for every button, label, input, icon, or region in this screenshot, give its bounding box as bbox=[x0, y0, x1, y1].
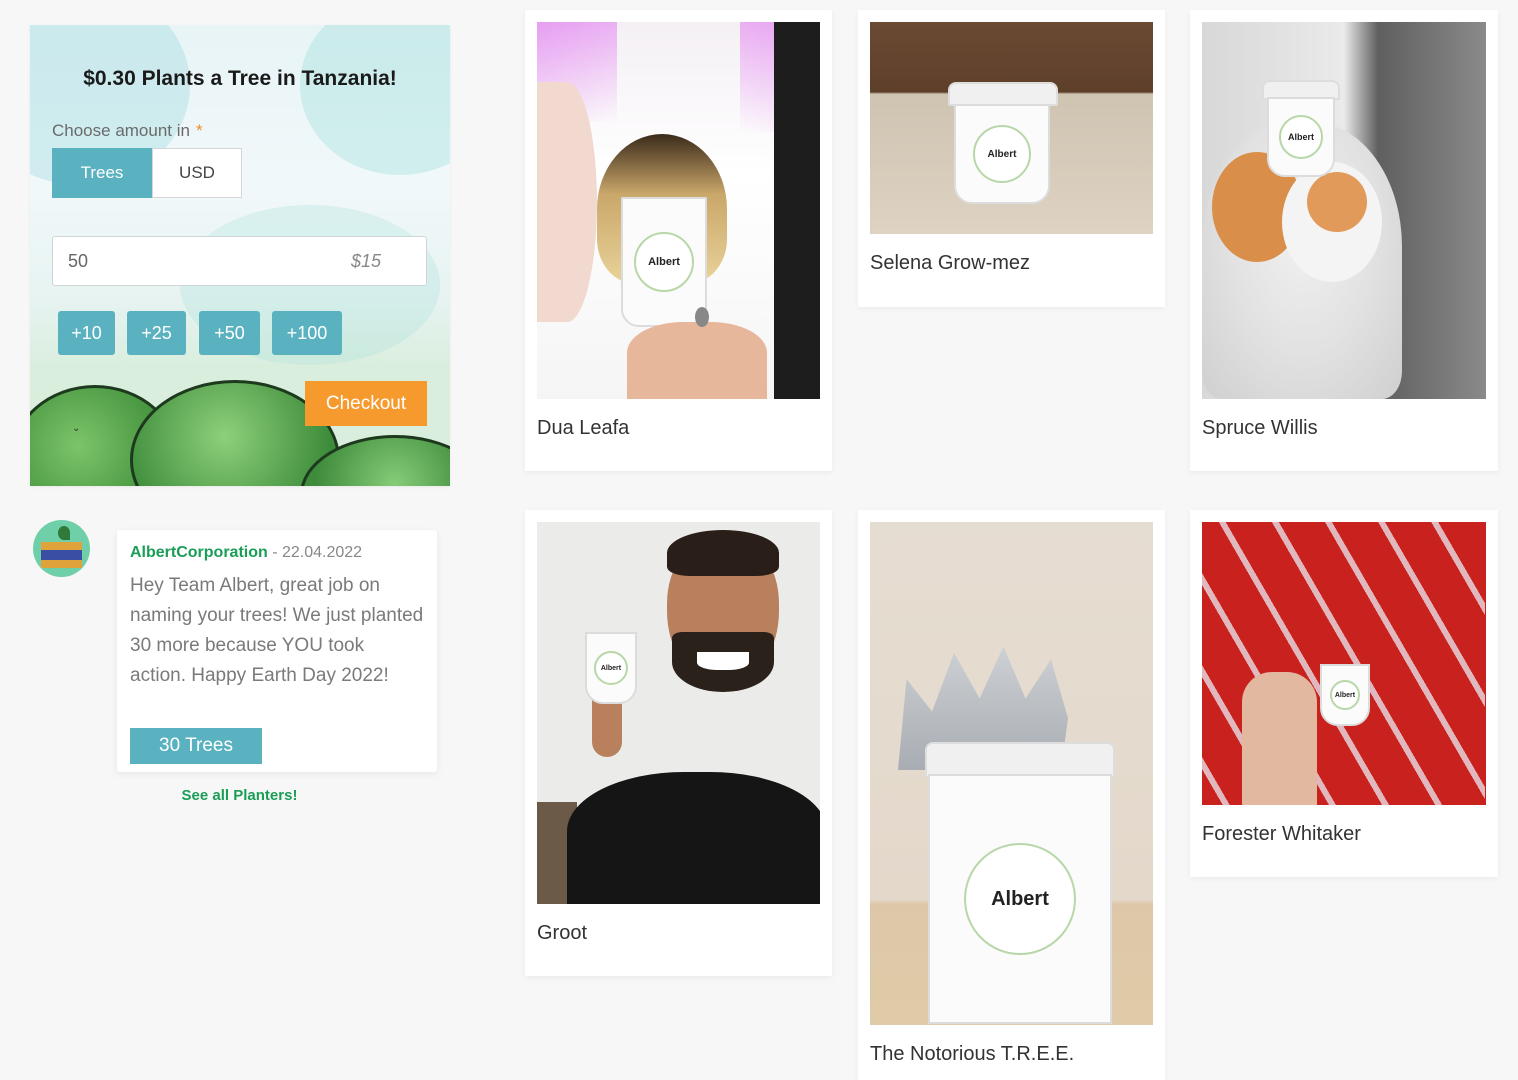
add-50-button[interactable]: +50 bbox=[199, 311, 260, 355]
tree-photo: Albert bbox=[1202, 522, 1486, 805]
comment-user[interactable]: AlbertCorporation bbox=[130, 544, 268, 561]
see-all-planters-link[interactable]: See all Planters! bbox=[117, 787, 362, 804]
albert-logo: Albert bbox=[1330, 680, 1360, 710]
donation-widget: ⌄ $0.30 Plants a Tree in Tanzania! Choos… bbox=[30, 25, 450, 486]
albert-logo: Albert bbox=[1279, 115, 1323, 159]
comment-date: - 22.04.2022 bbox=[267, 544, 363, 561]
toggle-trees[interactable]: Trees bbox=[52, 148, 152, 198]
checkout-button[interactable]: Checkout bbox=[305, 381, 427, 426]
tree-card[interactable]: Albert Selena Grow-mez bbox=[858, 10, 1165, 307]
albert-logo: Albert bbox=[594, 651, 628, 685]
tree-name: Forester Whitaker bbox=[1202, 823, 1361, 845]
tree-card[interactable]: Albert Spruce Willis bbox=[1190, 10, 1498, 471]
trees-badge: 30 Trees bbox=[130, 728, 262, 764]
add-10-button[interactable]: +10 bbox=[58, 311, 115, 355]
comment-text: Hey Team Albert, great job on naming you… bbox=[130, 575, 424, 686]
choose-amount-label: Choose amount in * bbox=[52, 121, 203, 140]
unit-toggle: Trees USD bbox=[52, 148, 242, 198]
tree-card[interactable]: Albert The Notorious T.R.E.E. bbox=[858, 510, 1165, 1080]
amount-usd: $15 bbox=[350, 251, 381, 271]
tree-photo: Albert bbox=[537, 522, 820, 904]
comment-card: AlbertCorporation - 22.04.2022 Hey Team … bbox=[117, 530, 437, 772]
tree-name: Groot bbox=[537, 922, 588, 944]
albert-logo: Albert bbox=[973, 125, 1031, 183]
avatar[interactable] bbox=[33, 520, 90, 577]
tree-photo: Albert bbox=[537, 22, 820, 399]
widget-title: $0.30 Plants a Tree in Tanzania! bbox=[83, 67, 397, 90]
tree-card[interactable]: Albert Groot bbox=[525, 510, 832, 976]
tree-name: Dua Leafa bbox=[537, 417, 630, 439]
tree-card[interactable]: Albert Dua Leafa bbox=[525, 10, 832, 471]
tree-name: Spruce Willis bbox=[1202, 417, 1318, 439]
add-25-button[interactable]: +25 bbox=[127, 311, 186, 355]
required-mark: * bbox=[195, 121, 203, 140]
amount-input[interactable]: 50 $15 bbox=[52, 236, 427, 286]
tree-name: Selena Grow-mez bbox=[870, 252, 1031, 274]
tree-photo: Albert bbox=[870, 522, 1153, 1025]
tree-photo: Albert bbox=[1202, 22, 1486, 399]
albert-logo: Albert bbox=[964, 843, 1076, 955]
albert-logo: Albert bbox=[634, 232, 694, 292]
add-100-button[interactable]: +100 bbox=[272, 311, 342, 355]
comment-header: AlbertCorporation - 22.04.2022 bbox=[130, 544, 362, 562]
tree-card[interactable]: Albert Forester Whitaker bbox=[1190, 510, 1498, 877]
tree-photo: Albert bbox=[870, 22, 1153, 234]
microphone-icon bbox=[695, 307, 709, 327]
toggle-usd[interactable]: USD bbox=[152, 148, 242, 198]
tree-name: The Notorious T.R.E.E. bbox=[870, 1043, 1075, 1065]
bird-icon: ⌄ bbox=[72, 423, 81, 434]
amount-value: 50 bbox=[68, 251, 89, 271]
